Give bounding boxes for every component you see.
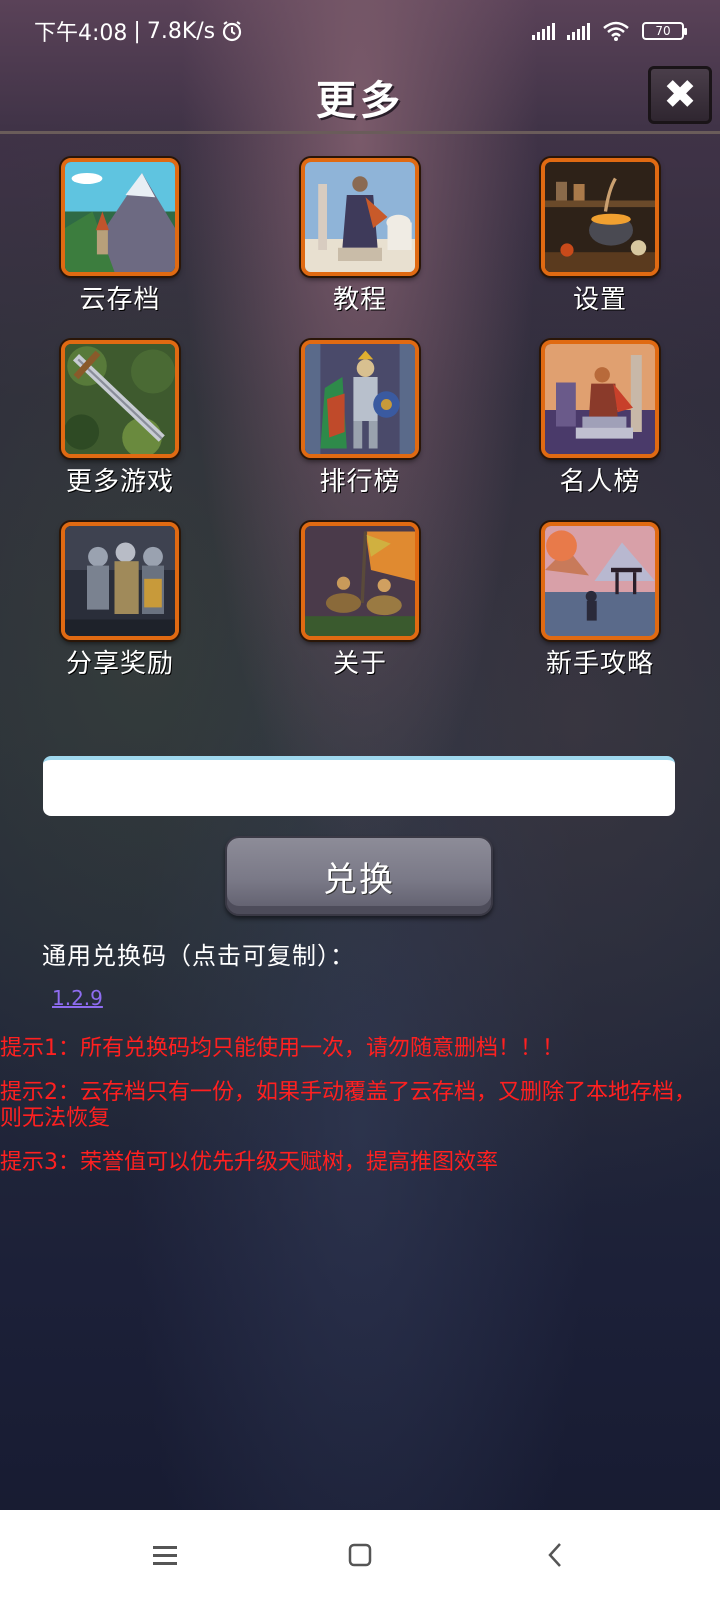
menu-item-hall-of-fame[interactable]: 名人榜 [480, 340, 720, 500]
alarm-icon [223, 21, 242, 42]
menu-label: 新手攻略 [545, 649, 654, 679]
menu-item-more-games[interactable]: 更多游戏 [0, 340, 240, 500]
shrine-icon[interactable] [541, 522, 659, 640]
cauldron-icon[interactable] [541, 158, 659, 276]
close-icon: ✖ [663, 72, 697, 118]
sword-icon[interactable] [61, 340, 179, 458]
menu-label: 关于 [332, 649, 387, 679]
tip-text: 提示2：云存档只有一份，如果手动覆盖了云存档，又删除了本地存档，则无法恢复 [0, 1080, 696, 1131]
statue-icon[interactable] [301, 158, 419, 276]
back-icon [548, 1543, 561, 1567]
warrior-statue-icon[interactable] [541, 340, 659, 458]
riders-icon[interactable] [301, 522, 419, 640]
menu-label: 教程 [332, 285, 387, 315]
menu-item-cloud-save[interactable]: 云存档 [0, 158, 240, 318]
status-divider: | [133, 18, 141, 44]
redeem-button-label: 兑换 [323, 859, 395, 900]
close-button[interactable]: ✖ [648, 66, 712, 124]
wifi-icon [603, 21, 629, 41]
knights-icon[interactable] [61, 522, 179, 640]
menu-icon [153, 1546, 177, 1565]
menu-item-about[interactable]: 关于 [240, 522, 480, 682]
tip-text: 提示3：荣誉值可以优先升级天赋树，提高推图效率 [0, 1150, 498, 1175]
navigation-bar [0, 1510, 720, 1600]
home-icon [348, 1543, 372, 1567]
redeem-code-input[interactable] [43, 756, 675, 816]
menu-item-share-reward[interactable]: 分享奖励 [0, 522, 240, 682]
menu-label: 排行榜 [319, 467, 401, 497]
menu-label: 设置 [572, 285, 627, 315]
menu-item-tutorial[interactable]: 教程 [240, 158, 480, 318]
back-nav-button[interactable] [525, 1525, 585, 1585]
king-knight-icon[interactable] [301, 340, 419, 458]
status-speed: 7.8K/s [146, 18, 216, 44]
menu-label: 更多游戏 [65, 467, 174, 497]
menu-label: 分享奖励 [65, 649, 174, 679]
menu-grid: 云存档 教程 设置 更多游戏 排行榜 名人榜 分享奖励 关于 新手攻略 [0, 158, 720, 682]
menu-item-beginner-guide[interactable]: 新手攻略 [480, 522, 720, 682]
battery-level: 70 [655, 24, 671, 38]
status-time: 下午4:08 [34, 21, 128, 46]
menu-item-settings[interactable]: 设置 [480, 158, 720, 318]
menu-label: 名人榜 [559, 467, 641, 497]
codes-heading: 通用兑换码（点击可复制）： [42, 942, 355, 970]
status-bar: 下午4:08 | 7.8K/s 70 [0, 0, 720, 62]
header: 更多 ✖ [0, 62, 720, 134]
tips-list: 提示1：所有兑换码均只能使用一次，请勿随意删档！！！ 提示2：云存档只有一份，如… [0, 1036, 720, 1194]
page-title: 更多 [316, 77, 404, 124]
menu-label: 云存档 [79, 285, 161, 315]
redeem-button[interactable]: 兑换 [225, 836, 493, 916]
signal-icon [532, 22, 555, 40]
home-nav-button[interactable] [330, 1525, 390, 1585]
mountain-castle-icon[interactable] [61, 158, 179, 276]
redeem-code-link[interactable]: 1.2.9 [52, 986, 103, 1010]
signal-icon [567, 22, 590, 40]
tip-text: 提示1：所有兑换码均只能使用一次，请勿随意删档！！！ [0, 1036, 564, 1061]
battery-icon: 70 [642, 22, 687, 40]
menu-nav-button[interactable] [135, 1525, 195, 1585]
menu-item-leaderboard[interactable]: 排行榜 [240, 340, 480, 500]
